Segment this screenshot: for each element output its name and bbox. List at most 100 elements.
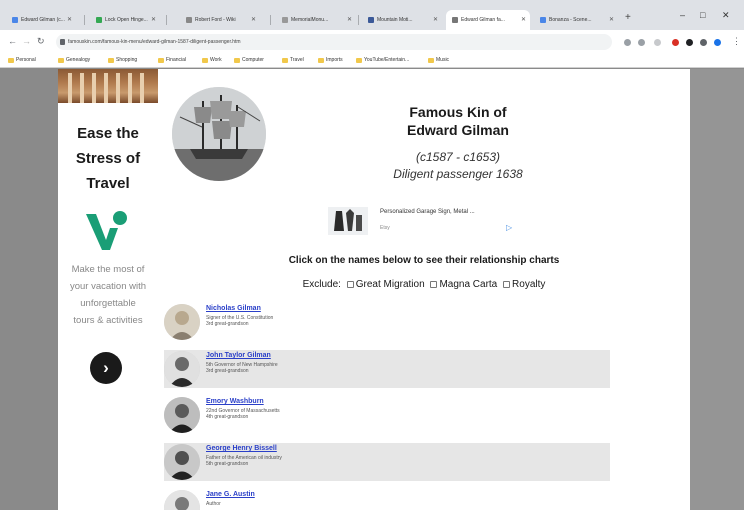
travel-advertisement[interactable]: Ease the Stress of Travel Make the most …	[58, 69, 158, 510]
browser-tab[interactable]: Bonanza - Scene... ✕	[534, 10, 618, 30]
pocket-extension-icon[interactable]	[672, 39, 679, 46]
bookmark-label: Financial	[166, 57, 187, 63]
bookmark-folder[interactable]: Travel	[282, 57, 304, 63]
reload-icon[interactable]: ↻	[37, 36, 45, 47]
product-advertisement[interactable]: Personalized Garage Sign, Metal ... Etsy…	[326, 205, 520, 237]
bookmark-label: Shopping	[116, 57, 138, 63]
bookmark-folder[interactable]: Personal	[8, 57, 36, 63]
bookmark-folder[interactable]: Financial	[158, 57, 186, 63]
product-image	[328, 207, 368, 235]
kin-relation: 4th great-grandson	[206, 414, 249, 420]
ad-headline: Ease the Stress of Travel	[58, 121, 158, 196]
bookmark-folder[interactable]: Genealogy	[58, 57, 90, 63]
tab-label: Edward Gilman fa...	[461, 17, 505, 23]
product-store: Etsy	[380, 225, 390, 231]
bookmark-folder[interactable]: Computer	[234, 57, 264, 63]
viator-logo-icon	[86, 211, 127, 250]
ad-body-line: unforgettable	[80, 298, 136, 309]
ad-headline-line: Stress of	[75, 150, 141, 167]
close-icon[interactable]: ✕	[347, 16, 352, 23]
folder-icon	[234, 57, 240, 63]
kin-name-link[interactable]: Emory Washburn	[206, 398, 264, 405]
close-icon[interactable]: ✕	[251, 16, 256, 23]
page-title-line: Edward Gilman	[407, 122, 509, 138]
browser-tab[interactable]: Lock Open Hinge... ✕	[90, 10, 160, 30]
ad-headline-line: Travel	[86, 175, 130, 192]
extension-icon[interactable]	[686, 39, 693, 46]
tab-label: Edward Gilman (c...	[21, 17, 65, 23]
maximize-button[interactable]: □	[700, 10, 705, 20]
kin-name-link[interactable]: John Taylor Gilman	[206, 352, 271, 359]
kin-description: Father of the American oil industry 5th …	[206, 455, 282, 467]
browser-tab[interactable]: Robert Ford - Wiki ✕	[180, 10, 260, 30]
folder-icon	[282, 57, 288, 63]
bookmark-folder[interactable]: YouTube/Entertain...	[356, 57, 409, 63]
page-title-line: Famous Kin of	[409, 104, 507, 120]
close-icon[interactable]: ✕	[521, 16, 526, 23]
kin-name-link[interactable]: Nicholas Gilman	[206, 305, 261, 312]
folder-icon	[58, 57, 64, 63]
browser-tab[interactable]: Mountain Moti... ✕	[362, 10, 442, 30]
close-icon[interactable]: ✕	[151, 16, 156, 23]
browser-tab-active[interactable]: Edward Gilman fa... ✕	[446, 10, 530, 30]
url-text: famouskin.com/famous-kin-menu/edward-gil…	[68, 39, 241, 45]
browser-tab[interactable]: Edward Gilman (c... ✕	[6, 10, 76, 30]
close-icon[interactable]: ✕	[433, 16, 438, 23]
ship-image	[172, 87, 266, 181]
extensions-puzzle-icon[interactable]	[700, 39, 707, 46]
portrait-image	[164, 351, 200, 387]
new-tab-button[interactable]: +	[625, 12, 631, 23]
folder-icon	[158, 57, 164, 63]
ad-next-button[interactable]: ›	[90, 352, 122, 384]
great-migration-checkbox[interactable]	[346, 281, 354, 288]
tab-favicon-icon	[96, 17, 102, 23]
lifespan-text: (c1587 - c1653)	[415, 150, 501, 164]
kin-relation: 3rd great-grandson	[206, 321, 249, 327]
bookmark-folder[interactable]: Shopping	[108, 57, 137, 63]
royalty-checkbox[interactable]	[503, 281, 511, 288]
browser-tab[interactable]: MemorialMonu... ✕	[276, 10, 356, 30]
bookmark-folder[interactable]: Imports	[318, 57, 343, 63]
portrait-image	[164, 444, 200, 480]
bookmark-label: Genealogy	[66, 57, 91, 63]
page-subtitle: (c1587 - c1653) Diligent passenger 1638	[348, 149, 568, 183]
ad-headline-line: Ease the	[77, 125, 139, 142]
kin-description: 5th Governor of New Hampshire 3rd great-…	[206, 362, 278, 374]
browser-tab-bar: Edward Gilman (c... ✕ Lock Open Hinge...…	[0, 0, 744, 30]
instruction-text: Click on the names below to see their re…	[288, 255, 560, 266]
ad-info-icon[interactable]: ▷	[506, 223, 514, 232]
star-icon[interactable]	[654, 39, 661, 46]
key-icon[interactable]	[624, 39, 631, 46]
bookmark-folder[interactable]: Music	[428, 57, 449, 63]
kin-name-link[interactable]: Jane G. Austin	[206, 491, 255, 498]
address-bar[interactable]: famouskin.com/famous-kin-menu/edward-gil…	[56, 34, 612, 50]
close-icon[interactable]: ✕	[609, 16, 614, 23]
kin-row: Emory Washburn 22nd Governor of Massachu…	[164, 396, 610, 434]
profile-avatar-icon[interactable]	[714, 39, 721, 46]
menu-kebab-icon[interactable]: ⋮	[732, 36, 741, 47]
bookmark-label: Personal	[16, 57, 36, 63]
forward-icon[interactable]: →	[22, 36, 31, 46]
portrait-image	[164, 397, 200, 433]
ad-body-line: Make the most of	[71, 264, 145, 275]
exclude-filters: Exclude: Great Migration Magna Carta Roy…	[158, 279, 690, 290]
kin-row: Nicholas Gilman Signer of the U.S. Const…	[164, 303, 610, 341]
bookmark-label: Work	[210, 57, 222, 63]
bookmark-label: Computer	[242, 57, 264, 63]
tab-label: Lock Open Hinge...	[105, 17, 148, 23]
kin-row: Jane G. Austin Author	[164, 489, 610, 510]
kin-name-link[interactable]: George Henry Bissell	[206, 445, 277, 452]
magna-carta-checkbox[interactable]	[430, 281, 438, 288]
kin-row: John Taylor Gilman 5th Governor of New H…	[164, 350, 610, 388]
tab-favicon-icon	[12, 17, 18, 23]
back-icon[interactable]: ←	[8, 36, 17, 46]
close-window-button[interactable]: ✕	[722, 10, 730, 21]
right-gutter	[690, 69, 744, 510]
tab-label: Mountain Moti...	[377, 17, 413, 23]
zoom-icon[interactable]	[638, 39, 645, 46]
kin-description: Signer of the U.S. Constitution 3rd grea…	[206, 315, 273, 327]
bookmark-folder[interactable]: Work	[202, 57, 222, 63]
close-icon[interactable]: ✕	[67, 16, 72, 23]
minimize-button[interactable]: –	[680, 10, 685, 20]
product-name: Personalized Garage Sign, Metal ...	[380, 209, 475, 215]
